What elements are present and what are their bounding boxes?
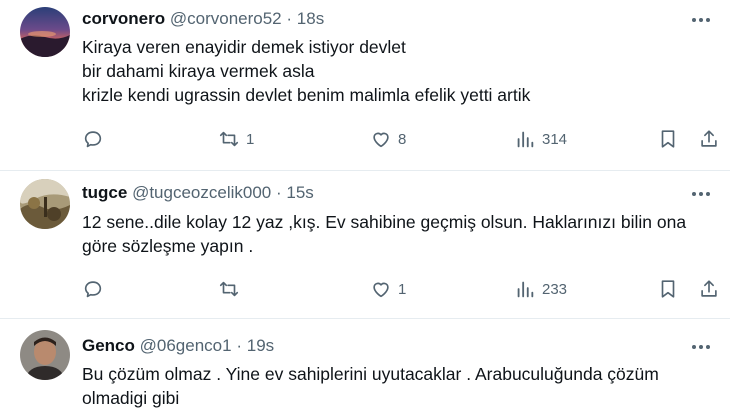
bookmark-icon (661, 280, 675, 298)
avatar[interactable] (20, 330, 70, 380)
timestamp[interactable]: 18s (297, 9, 324, 28)
bookmark-button[interactable] (657, 126, 679, 152)
user-handle[interactable]: @06genco1 (140, 336, 232, 355)
display-name[interactable]: tugce (82, 183, 127, 202)
like-count: 8 (398, 130, 407, 148)
timestamp[interactable]: 15s (286, 183, 313, 202)
reply-icon (84, 281, 102, 298)
retweet-button[interactable]: 1 (218, 126, 254, 152)
separator-dot: · (236, 336, 242, 355)
views-icon (517, 281, 534, 298)
reply-icon (84, 131, 102, 148)
tweet-actions: 1 8 314 (82, 126, 722, 152)
retweet-button[interactable] (218, 276, 246, 302)
user-handle[interactable]: @tugceozcelik000 (132, 183, 271, 202)
retweet-icon (219, 131, 239, 147)
like-button[interactable]: 8 (370, 126, 406, 152)
tweet-3[interactable]: Genco @06genco1 · 19s Bu çözüm olmaz . Y… (0, 319, 730, 420)
like-button[interactable]: 1 (370, 276, 406, 302)
share-button[interactable] (698, 126, 720, 152)
more-icon[interactable] (688, 184, 714, 204)
tweet-text: Kiraya veren enayidir demek istiyor devl… (82, 35, 722, 107)
share-icon (701, 280, 717, 297)
avatar[interactable] (20, 7, 70, 57)
views-icon (517, 131, 534, 148)
more-icon[interactable] (688, 337, 714, 357)
views-button[interactable]: 233 (514, 276, 567, 302)
separator-dot: · (275, 183, 282, 202)
tweet-1[interactable]: corvonero @corvonero52 · 18s Kiraya vere… (0, 0, 730, 170)
tweet-header: tugce @tugceozcelik000 · 15s (82, 183, 314, 203)
share-button[interactable] (698, 276, 720, 302)
view-count: 314 (542, 130, 568, 148)
user-handle[interactable]: @corvonero52 (170, 9, 282, 28)
like-count: 1 (398, 280, 407, 298)
tweet-2[interactable]: tugce @tugceozcelik000 · 15s 12 sene..di… (0, 171, 730, 318)
more-icon[interactable] (688, 10, 714, 30)
tweet-text-line: bir dahami kiraya vermek asla (82, 61, 315, 81)
tweet-header: corvonero @corvonero52 · 18s (82, 9, 324, 29)
display-name[interactable]: Genco (82, 336, 135, 355)
views-button[interactable]: 314 (514, 126, 567, 152)
share-icon (701, 130, 717, 147)
bookmark-button[interactable] (657, 276, 679, 302)
bookmark-icon (661, 130, 675, 148)
tweet-text: 12 sene..dile kolay 12 yaz ,kış. Ev sahi… (82, 212, 687, 256)
reply-button[interactable] (82, 126, 110, 152)
avatar[interactable] (20, 179, 70, 229)
heart-icon (373, 282, 389, 298)
heart-icon (373, 132, 389, 148)
retweet-count: 1 (246, 130, 255, 148)
display-name[interactable]: corvonero (82, 9, 165, 28)
separator-dot: · (286, 9, 293, 28)
tweet-header: Genco @06genco1 · 19s (82, 336, 274, 356)
tweet-actions: 1 233 (82, 276, 722, 302)
tweet-text-line: krizle kendi ugrassin devlet benim malim… (82, 85, 531, 105)
view-count: 233 (542, 280, 568, 298)
timestamp[interactable]: 19s (247, 336, 274, 355)
reply-button[interactable] (82, 276, 110, 302)
retweet-icon (219, 281, 239, 297)
tweet-text: Bu çözüm olmaz . Yine ev sahiplerini uyu… (82, 364, 659, 408)
tweet-text-line: Kiraya veren enayidir demek istiyor devl… (82, 37, 406, 57)
